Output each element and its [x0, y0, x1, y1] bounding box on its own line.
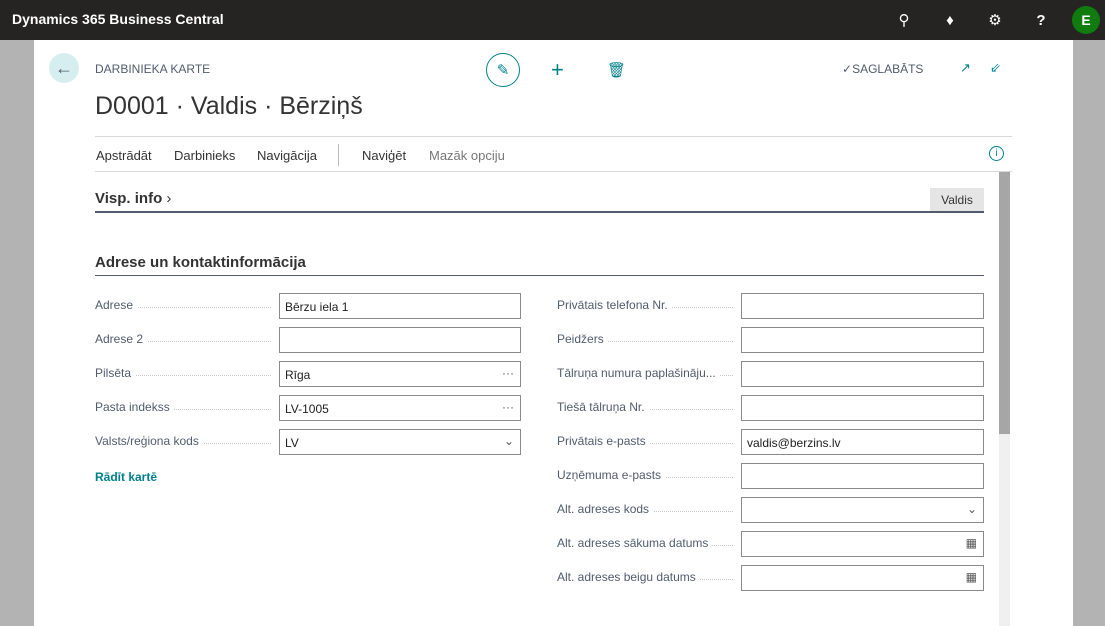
field-row: Valsts/reģiona kods LV ⌄ [95, 429, 521, 455]
field-input[interactable]: valdis@berzins.lv [741, 429, 984, 455]
section-general-header[interactable]: Visp. info › [95, 190, 171, 207]
action-navigation[interactable]: Navigācija [257, 148, 317, 163]
popout-icon: ↗ [960, 60, 971, 75]
field-label: Peidžers [557, 332, 608, 346]
field-row: Pilsēta Rīga ··· [95, 361, 521, 387]
field-value: LV [285, 436, 299, 450]
field-value: LV-1005 [285, 402, 329, 416]
plus-icon: + [551, 57, 564, 82]
arrow-left-icon: ← [55, 57, 73, 78]
field-input[interactable] [741, 361, 984, 387]
ellipsis-icon[interactable]: ··· [502, 400, 514, 414]
divider [95, 171, 1012, 172]
field-row: Privātais telefona Nr. [557, 293, 984, 319]
page-caption: DARBINIEKA KARTE [95, 62, 211, 76]
field-row: Tālruņa numura paplašināju... [557, 361, 984, 387]
save-status: ✓SAGLABĀTS [842, 62, 923, 76]
page-title: D0001 · Valdis · Bērziņš [95, 92, 363, 120]
delete-button[interactable]: 🗑 [607, 61, 626, 79]
field-label: Pasta indekss [95, 400, 174, 414]
field-label: Alt. adreses beigu datums [557, 570, 700, 584]
avatar[interactable]: E [1072, 6, 1100, 34]
action-fewer-options[interactable]: Mazāk opciju [429, 148, 505, 163]
new-button[interactable]: + [551, 57, 564, 83]
chevron-down-icon[interactable]: ⌄ [504, 434, 514, 448]
action-separator [338, 144, 339, 166]
collapse-icon: ⇙ [990, 60, 1001, 75]
field-row: Peidžers [557, 327, 984, 353]
field-input[interactable] [741, 463, 984, 489]
calendar-icon[interactable]: ▦ [966, 536, 977, 550]
field-row: Privātais e-pasts valdis@berzins.lv [557, 429, 984, 455]
calendar-icon[interactable]: ▦ [966, 570, 977, 584]
field-row: Adrese 2 [95, 327, 521, 353]
section-divider [95, 211, 984, 213]
chevron-right-icon: › [166, 190, 172, 207]
search-icon[interactable]: ⚲ [894, 10, 914, 30]
field-row: Pasta indekss LV-1005 ··· [95, 395, 521, 421]
field-label: Alt. adreses sākuma datums [557, 536, 713, 550]
field-input[interactable]: LV ⌄ [279, 429, 521, 455]
ellipsis-icon[interactable]: ··· [502, 366, 514, 380]
field-row: Tiešā tālruņa Nr. [557, 395, 984, 421]
field-row: Alt. adreses beigu datums ▦ [557, 565, 984, 591]
field-value: Rīga [285, 368, 311, 382]
field-label: Pilsēta [95, 366, 136, 380]
field-input[interactable]: LV-1005 ··· [279, 395, 521, 421]
field-row: Uzņēmuma e-pasts [557, 463, 984, 489]
section-general-tag: Valdis [930, 188, 984, 211]
collapse-button[interactable]: ⇙ [990, 60, 1001, 76]
field-input[interactable]: Rīga ··· [279, 361, 521, 387]
field-input[interactable]: ⌄ [741, 497, 984, 523]
app-title[interactable]: Dynamics 365 Business Central [12, 11, 224, 27]
field-input[interactable] [741, 293, 984, 319]
show-on-map-link[interactable]: Rādīt kartē [95, 470, 157, 484]
field-row: Alt. adreses sākuma datums ▦ [557, 531, 984, 557]
field-label: Uzņēmuma e-pasts [557, 468, 666, 482]
edit-button[interactable]: ✎ [486, 53, 520, 87]
check-icon: ✓ [842, 62, 853, 76]
field-input[interactable] [741, 395, 984, 421]
section-general-title: Visp. info [95, 190, 163, 207]
field-value: Bērzu iela 1 [285, 300, 349, 314]
section-address-title[interactable]: Adrese un kontaktinformācija [95, 254, 306, 271]
field-label: Tālruņa numura paplašināju... [557, 366, 720, 380]
divider [95, 136, 1012, 137]
action-process[interactable]: Apstrādāt [96, 148, 152, 163]
field-label: Privātais telefona Nr. [557, 298, 672, 312]
field-input[interactable] [741, 327, 984, 353]
employee-card: ← DARBINIEKA KARTE D0001 · Valdis · Bērz… [34, 40, 1073, 626]
top-bar: Dynamics 365 Business Central ⚲ ♦ ⚙ ? E [0, 0, 1105, 40]
field-input[interactable]: ▦ [741, 531, 984, 557]
info-icon[interactable]: i [989, 146, 1004, 161]
help-icon[interactable]: ? [1031, 10, 1051, 30]
scrollbar-thumb[interactable] [999, 172, 1010, 434]
save-status-text: SAGLABĀTS [852, 62, 924, 76]
field-row: Adrese Bērzu iela 1 [95, 293, 521, 319]
field-label: Adrese [95, 298, 138, 312]
bell-icon[interactable]: ♦ [940, 10, 960, 30]
chevron-down-icon[interactable]: ⌄ [967, 502, 977, 516]
field-label: Adrese 2 [95, 332, 148, 346]
open-new-window-button[interactable]: ↗ [960, 60, 971, 76]
field-input[interactable]: Bērzu iela 1 [279, 293, 521, 319]
action-navigate[interactable]: Naviģēt [362, 148, 406, 163]
field-input[interactable] [279, 327, 521, 353]
gear-icon[interactable]: ⚙ [985, 10, 1005, 30]
field-label: Privātais e-pasts [557, 434, 650, 448]
action-employee[interactable]: Darbinieks [174, 148, 235, 163]
trash-icon: 🗑 [607, 62, 627, 79]
field-value: valdis@berzins.lv [747, 436, 841, 450]
field-label: Tiešā tālruņa Nr. [557, 400, 649, 414]
section-divider [95, 275, 984, 276]
field-label: Valsts/reģiona kods [95, 434, 203, 448]
field-row: Alt. adreses kods ⌄ [557, 497, 984, 523]
field-label: Alt. adreses kods [557, 502, 654, 516]
back-button[interactable]: ← [49, 53, 79, 83]
field-input[interactable]: ▦ [741, 565, 984, 591]
pencil-icon: ✎ [496, 62, 510, 79]
